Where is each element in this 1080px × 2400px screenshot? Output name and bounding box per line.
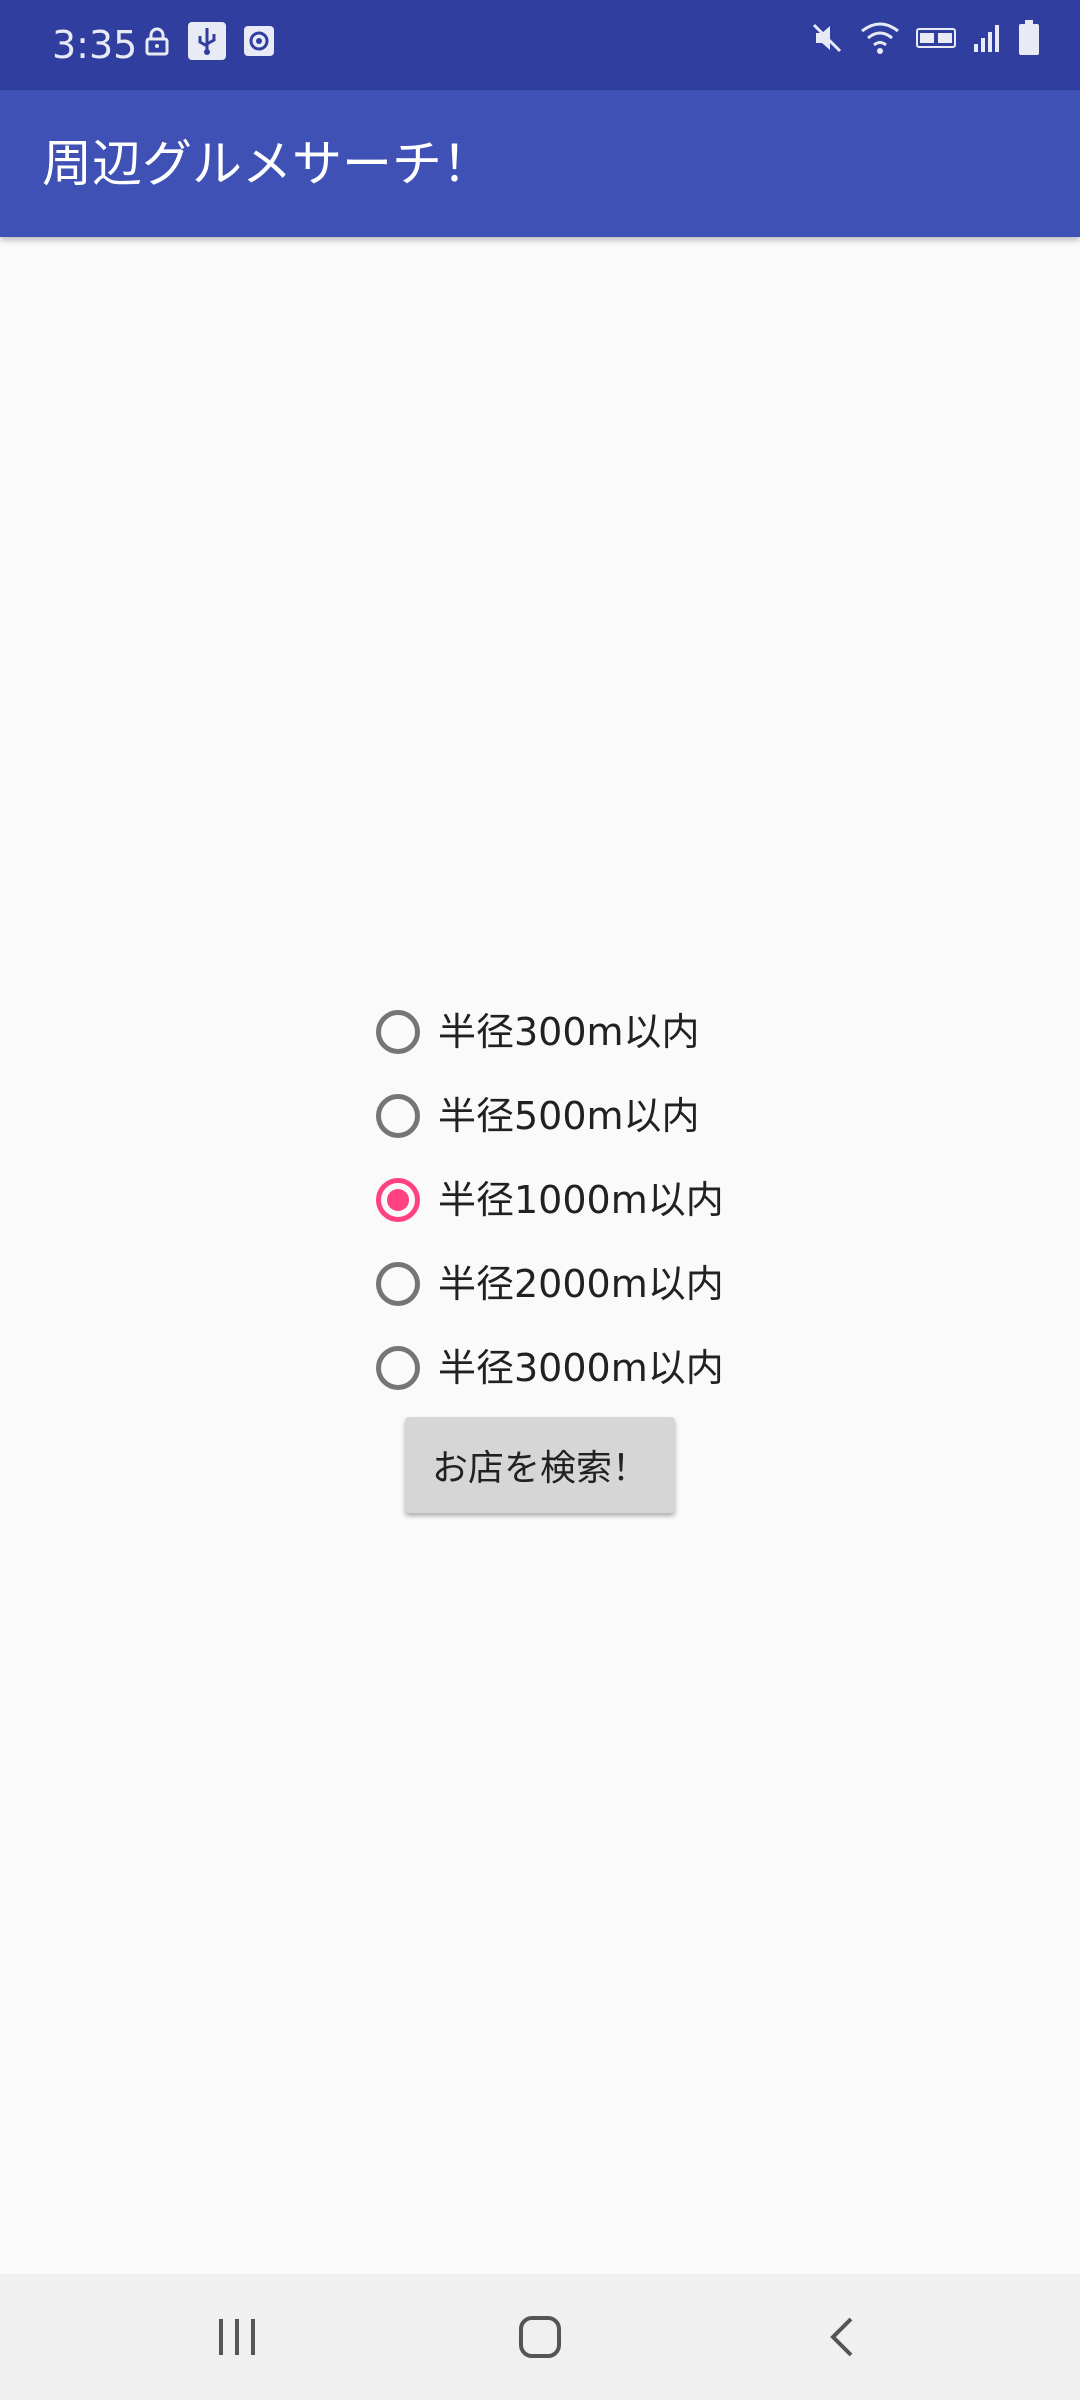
radio-label: 半径1000m以内 <box>438 1178 724 1222</box>
radio-option-300m[interactable]: 半径300m以内 <box>372 990 792 1074</box>
radio-button-icon[interactable] <box>376 1094 420 1138</box>
radio-option-1000m[interactable]: 半径1000m以内 <box>372 1158 792 1242</box>
signal-icon <box>972 22 1002 58</box>
home-icon[interactable] <box>505 2302 575 2372</box>
usb-icon <box>188 22 226 64</box>
radius-radio-group: 半径300m以内 半径500m以内 半径1000m以内 半径2000m以内 半径… <box>372 990 792 1410</box>
radio-label: 半径3000m以内 <box>438 1346 724 1390</box>
status-left-icons <box>144 22 274 64</box>
screen-recorder-icon <box>244 26 274 60</box>
mute-icon <box>810 21 844 59</box>
status-right-icons <box>810 20 1040 60</box>
radio-button-icon[interactable] <box>376 1010 420 1054</box>
radio-option-3000m[interactable]: 半径3000m以内 <box>372 1326 792 1410</box>
status-time: 3:35 <box>52 23 138 67</box>
lock-icon <box>144 26 170 60</box>
search-shops-button[interactable]: お店を検索！ <box>405 1417 675 1513</box>
radio-button-icon[interactable] <box>376 1346 420 1390</box>
volte-icon <box>916 26 956 54</box>
radio-button-icon[interactable] <box>376 1262 420 1306</box>
radio-label: 半径500m以内 <box>438 1094 700 1138</box>
app-title: 周辺グルメサーチ！ <box>42 135 492 193</box>
radio-option-500m[interactable]: 半径500m以内 <box>372 1074 792 1158</box>
radio-label: 半径2000m以内 <box>438 1262 724 1306</box>
app-bar: 周辺グルメサーチ！ <box>0 90 1080 237</box>
back-icon[interactable] <box>808 2302 878 2372</box>
battery-icon <box>1018 20 1040 60</box>
recent-apps-icon[interactable] <box>202 2302 272 2372</box>
radio-option-2000m[interactable]: 半径2000m以内 <box>372 1242 792 1326</box>
radio-label: 半径300m以内 <box>438 1010 700 1054</box>
status-bar: 3:35 <box>0 0 1080 90</box>
radio-button-checked-icon[interactable] <box>376 1178 420 1222</box>
navigation-bar <box>0 2274 1080 2400</box>
wifi-icon <box>860 21 900 59</box>
